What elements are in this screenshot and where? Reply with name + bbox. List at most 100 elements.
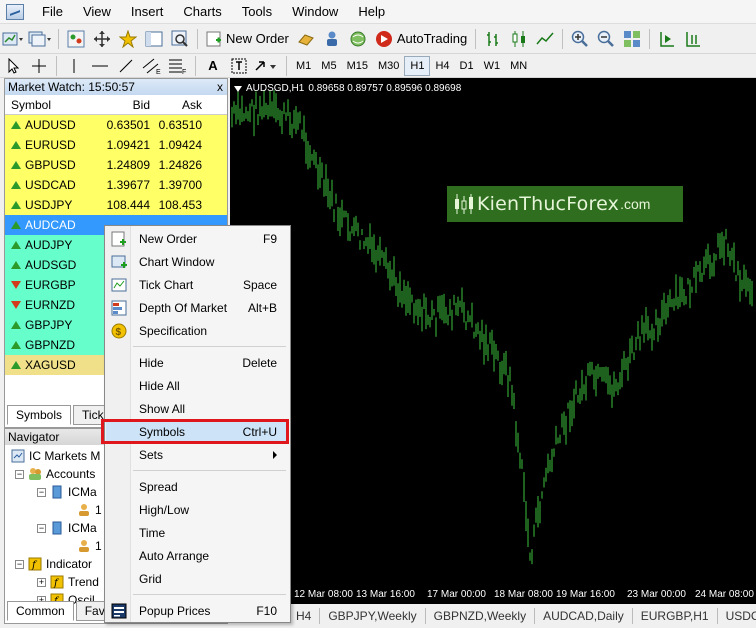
nav-item-account-1-login[interactable]: 1: [77, 501, 102, 519]
collapse-icon[interactable]: −: [37, 487, 46, 497]
menu-item-grid[interactable]: Grid: [106, 569, 289, 589]
time-axis-label: 23 Mar 00:00: [627, 589, 686, 600]
tab-symbols[interactable]: Symbols: [7, 405, 72, 425]
timeframe-d1[interactable]: D1: [455, 56, 479, 76]
chart-tab[interactable]: GBPJPY,Weekly: [320, 608, 426, 624]
tile-windows-button[interactable]: [621, 28, 643, 50]
dropdown-triangle-icon[interactable]: [234, 85, 242, 92]
menu-tools[interactable]: Tools: [232, 0, 282, 24]
chart-tab[interactable]: EURGBP,H1: [633, 608, 718, 624]
profiles-button[interactable]: [28, 28, 52, 50]
timeframe-w1[interactable]: W1: [479, 56, 506, 76]
nav-item-account-2[interactable]: − ICMa: [37, 519, 97, 537]
nav-item-accounts[interactable]: − Accounts: [15, 465, 95, 483]
nav-item-trend[interactable]: + f Trend: [37, 573, 99, 591]
trendline-button[interactable]: [115, 55, 137, 77]
nav-item-account-1[interactable]: − ICMa: [37, 483, 97, 501]
column-header-bid[interactable]: Bid: [100, 95, 150, 114]
collapse-icon[interactable]: −: [15, 559, 24, 569]
market-watch-button[interactable]: [65, 28, 87, 50]
menu-help[interactable]: Help: [348, 0, 395, 24]
expert-advisor-button[interactable]: [295, 28, 317, 50]
market-watch-row-usdcad[interactable]: USDCAD 1.39677 1.39700: [5, 175, 227, 195]
strategy-tester-button[interactable]: [169, 28, 191, 50]
chart-shift-button[interactable]: [682, 28, 704, 50]
chart-tab[interactable]: H4: [288, 608, 321, 624]
arrows-button[interactable]: [254, 55, 280, 77]
chart-tab[interactable]: USDC: [718, 608, 756, 624]
menu-item-popup-prices[interactable]: Popup Prices F10: [106, 601, 289, 621]
timeframe-m5[interactable]: M5: [316, 56, 341, 76]
menu-separator: [133, 470, 286, 471]
vertical-line-button[interactable]: [63, 55, 85, 77]
market-watch-row-usdjpy[interactable]: USDJPY 108.444 108.453: [5, 195, 227, 215]
menu-item-tick-chart[interactable]: Tick Chart Space: [106, 275, 289, 295]
menu-item-auto-arrange[interactable]: Auto Arrange: [106, 546, 289, 566]
timeframe-h1[interactable]: H1: [404, 55, 431, 76]
market-watch-row-eurusd[interactable]: EURUSD 1.09421 1.09424: [5, 135, 227, 155]
timeframe-m15[interactable]: M15: [342, 56, 373, 76]
column-header-ask[interactable]: Ask: [150, 95, 202, 114]
menu-item-high-low[interactable]: High/Low: [106, 500, 289, 520]
menu-file[interactable]: File: [32, 0, 73, 24]
line-chart-button[interactable]: [534, 28, 556, 50]
crosshair-button[interactable]: [28, 55, 50, 77]
navigator-tabs: Common Fav: [7, 601, 114, 621]
cursor-button[interactable]: [2, 55, 24, 77]
menu-item-spread[interactable]: Spread: [106, 477, 289, 497]
menu-item-hide-all[interactable]: Hide All: [106, 376, 289, 396]
chart-tab[interactable]: GBPNZD,Weekly: [426, 608, 536, 624]
menu-insert[interactable]: Insert: [121, 0, 174, 24]
nav-item-root[interactable]: IC Markets M: [11, 447, 100, 465]
menu-item-depth-of-market[interactable]: Depth Of Market Alt+B: [106, 298, 289, 318]
menu-window[interactable]: Window: [282, 0, 348, 24]
horizontal-line-button[interactable]: [89, 55, 111, 77]
signals-button[interactable]: [321, 28, 343, 50]
menu-item-chart-window[interactable]: Chart Window: [106, 252, 289, 272]
candlestick-button[interactable]: [508, 28, 530, 50]
timeframe-m30[interactable]: M30: [373, 56, 404, 76]
menu-item-new-order[interactable]: New Order F9: [106, 229, 289, 249]
new-chart-button[interactable]: [2, 28, 24, 50]
ask-cell: 1.24826: [158, 158, 202, 172]
tab-common[interactable]: Common: [7, 601, 74, 621]
fibonacci-button[interactable]: F: [167, 55, 189, 77]
equidistant-channel-button[interactable]: E: [141, 55, 163, 77]
menu-item-specification[interactable]: $ Specification: [106, 321, 289, 341]
menu-view[interactable]: View: [73, 0, 121, 24]
zoom-out-button[interactable]: [595, 28, 617, 50]
menu-charts[interactable]: Charts: [173, 0, 231, 24]
market-watch-row-gbpusd[interactable]: GBPUSD 1.24809 1.24826: [5, 155, 227, 175]
market-button[interactable]: [347, 28, 369, 50]
new-order-button[interactable]: New Order: [202, 31, 293, 47]
timeframe-m1[interactable]: M1: [291, 56, 316, 76]
menu-item-time[interactable]: Time: [106, 523, 289, 543]
collapse-icon[interactable]: −: [37, 523, 46, 533]
menu-item-sets[interactable]: Sets: [106, 445, 289, 465]
terminal-button[interactable]: [143, 28, 165, 50]
nav-item-account-2-label: ICMa: [68, 521, 97, 535]
bid-cell: 1.24809: [106, 158, 150, 172]
autoscroll-button[interactable]: [656, 28, 678, 50]
column-header-symbol[interactable]: Symbol: [5, 95, 100, 114]
close-icon[interactable]: x: [217, 79, 223, 95]
timeframe-mn[interactable]: MN: [505, 56, 532, 76]
expand-icon[interactable]: +: [37, 577, 46, 587]
text-button[interactable]: A: [202, 55, 224, 77]
menu-item-hide[interactable]: Hide Delete: [106, 353, 289, 373]
collapse-icon[interactable]: −: [15, 469, 24, 479]
market-watch-row-audusd[interactable]: AUDUSD 0.63501 0.63510: [5, 115, 227, 135]
navigator-button[interactable]: [117, 28, 139, 50]
bar-chart-button[interactable]: [482, 28, 504, 50]
menu-item-show-all[interactable]: Show All: [106, 399, 289, 419]
text-label-button[interactable]: [228, 55, 250, 77]
zoom-in-button[interactable]: [569, 28, 591, 50]
data-window-button[interactable]: [91, 28, 113, 50]
price-chart[interactable]: AUDSGD,H1 0.89658 0.89757 0.89596 0.8969…: [230, 78, 756, 604]
autotrading-button[interactable]: AutoTrading: [371, 30, 471, 48]
timeframe-h4[interactable]: H4: [430, 56, 454, 76]
nav-item-account-2-login[interactable]: 1: [77, 537, 102, 555]
nav-item-indicators[interactable]: − f Indicator: [15, 555, 92, 573]
nav-item-accounts-label: Accounts: [46, 467, 96, 481]
chart-tab[interactable]: AUDCAD,Daily: [535, 608, 633, 624]
